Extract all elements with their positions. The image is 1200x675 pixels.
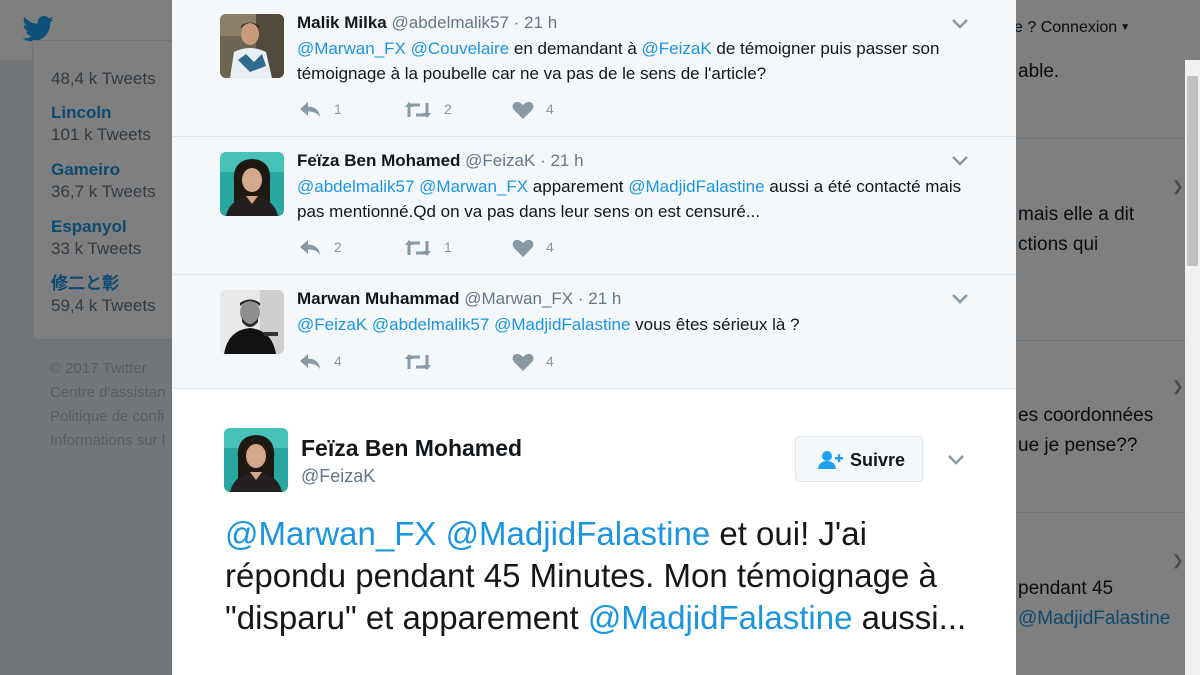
- reply-thread: Malik Milka @abdelmalik57 · 21 h @Marwan…: [172, 0, 1016, 389]
- reply-tweet[interactable]: Malik Milka @abdelmalik57 · 21 h @Marwan…: [172, 0, 1016, 137]
- retweet-count: 2: [444, 101, 452, 117]
- mention-link[interactable]: @MadjidFalastine: [494, 315, 630, 334]
- reply-text: @FeizaK @abdelmalik57 @MadjidFalastine v…: [297, 312, 977, 337]
- main-tweet-text: @Marwan_FX @MadjidFalastine et oui! J'ai…: [225, 513, 985, 639]
- avatar[interactable]: [220, 290, 284, 354]
- retweet-icon: [405, 354, 431, 370]
- more-options-button[interactable]: [948, 14, 972, 34]
- reply-text-segment: vous êtes sérieux là ?: [630, 315, 800, 334]
- chevron-down-icon: [952, 156, 968, 166]
- reply-author-handle[interactable]: @FeizaK: [465, 151, 535, 170]
- mention-link[interactable]: @Couvelaire: [411, 39, 510, 58]
- like-count: 4: [546, 353, 554, 369]
- reply-tweet[interactable]: Feïza Ben Mohamed @FeizaK · 21 h @abdelm…: [172, 137, 1016, 275]
- reply-author-handle[interactable]: @abdelmalik57: [392, 13, 509, 32]
- chevron-down-icon: [952, 19, 968, 29]
- like-count: 4: [546, 101, 554, 117]
- separator-dot: ·: [577, 289, 584, 308]
- retweet-icon: [405, 240, 431, 256]
- reply-author-name[interactable]: Feïza Ben Mohamed: [297, 151, 460, 170]
- reply-text-segment: apparement: [528, 177, 629, 196]
- like-count: 4: [546, 239, 554, 255]
- reply-timestamp[interactable]: 21 h: [588, 289, 621, 308]
- mention-link[interactable]: @MadjidFalastine: [446, 515, 711, 552]
- follow-label[interactable]: Suivre: [850, 450, 905, 471]
- mention-link[interactable]: @FeizaK: [297, 315, 367, 334]
- reply-text-segment: en demandant à: [509, 39, 642, 58]
- follow-button[interactable]: Suivre: [795, 436, 923, 482]
- separator-dot: ·: [513, 13, 520, 32]
- reply-author-name[interactable]: Marwan Muhammad: [297, 289, 459, 308]
- main-tweet-avatar[interactable]: [224, 428, 288, 492]
- chevron-down-icon: [952, 294, 968, 304]
- avatar[interactable]: [220, 14, 284, 78]
- heart-icon: [512, 101, 534, 119]
- mention-link[interactable]: @Marwan_FX: [225, 515, 436, 552]
- main-tweet-author-name[interactable]: Feïza Ben Mohamed: [301, 435, 522, 462]
- mention-link[interactable]: @FeizaK: [642, 39, 712, 58]
- separator-dot: ·: [540, 151, 546, 170]
- heart-icon: [512, 353, 534, 371]
- reply-count: 2: [334, 239, 342, 255]
- reply-header: Marwan Muhammad @Marwan_FX · 21 h: [297, 289, 621, 309]
- retweet-count: 1: [444, 239, 452, 255]
- avatar[interactable]: [220, 152, 284, 216]
- mention-link[interactable]: @MadjidFalastine: [628, 177, 764, 196]
- more-options-button[interactable]: [948, 289, 972, 309]
- reply-text: @abdelmalik57 @Marwan_FX apparement @Mad…: [297, 174, 977, 224]
- reply-icon: [300, 102, 320, 117]
- reply-author-handle[interactable]: @Marwan_FX: [464, 289, 573, 308]
- chevron-down-icon: [948, 455, 964, 465]
- main-tweet-author-handle[interactable]: @FeizaK: [301, 466, 375, 487]
- reply-icon: [300, 240, 320, 255]
- tweet-permalink-modal: Malik Milka @abdelmalik57 · 21 h @Marwan…: [172, 0, 1016, 675]
- reply-icon: [300, 354, 320, 369]
- main-tweet-text-segment: aussi...: [852, 599, 967, 636]
- scrollbar-thumb[interactable]: [1187, 76, 1198, 266]
- more-options-button[interactable]: [948, 151, 972, 171]
- mention-link[interactable]: @MadjidFalastine: [588, 599, 853, 636]
- retweet-icon: [405, 102, 431, 118]
- follow-person-icon: [818, 451, 843, 469]
- reply-text: @Marwan_FX @Couvelaire en demandant à @F…: [297, 36, 977, 86]
- mention-link[interactable]: @Marwan_FX: [297, 39, 406, 58]
- heart-icon: [512, 239, 534, 257]
- reply-header: Malik Milka @abdelmalik57 · 21 h: [297, 13, 557, 33]
- more-options-button[interactable]: [944, 450, 968, 470]
- reply-count: 4: [334, 353, 342, 369]
- mention-link[interactable]: @abdelmalik57: [372, 315, 489, 334]
- reply-author-name[interactable]: Malik Milka: [297, 13, 387, 32]
- reply-tweet[interactable]: Marwan Muhammad @Marwan_FX · 21 h @Feiza…: [172, 275, 1016, 389]
- mention-link[interactable]: @abdelmalik57: [297, 177, 414, 196]
- reply-timestamp[interactable]: 21 h: [524, 13, 557, 32]
- reply-count: 1: [334, 101, 342, 117]
- reply-timestamp[interactable]: 21 h: [550, 151, 583, 170]
- reply-header: Feïza Ben Mohamed @FeizaK · 21 h: [297, 151, 584, 171]
- mention-link[interactable]: @Marwan_FX: [419, 177, 528, 196]
